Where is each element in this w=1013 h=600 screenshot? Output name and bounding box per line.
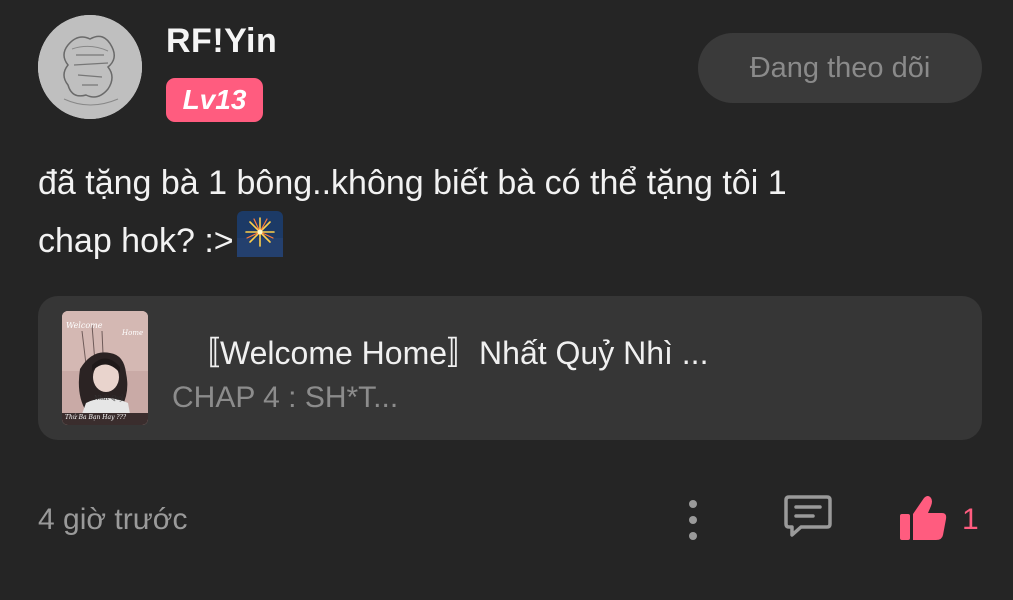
username[interactable]: RF!Yin xyxy=(166,22,277,61)
more-vertical-icon[interactable] xyxy=(681,498,705,542)
timestamp: 4 giờ trước xyxy=(38,503,188,536)
following-button[interactable]: Đang theo dõi xyxy=(698,33,982,103)
comment-line-2: chap hok? :> xyxy=(38,222,234,260)
thumbs-up-icon xyxy=(900,496,947,540)
cover-text-top-left: Welcome xyxy=(66,321,103,330)
avatar[interactable] xyxy=(38,15,142,119)
comment-text: đã tặng bà 1 bông..không biết bà có thể … xyxy=(38,156,978,268)
like-count: 1 xyxy=(962,503,979,536)
like-button[interactable]: 1 xyxy=(898,494,988,546)
comment-line-2-wrapper: chap hok? :> xyxy=(38,210,978,268)
cover-text-middle: Nhất Quỷ xyxy=(94,395,124,402)
sparkler-fireworks-icon xyxy=(236,211,283,257)
level-badge: Lv13 xyxy=(166,78,263,122)
comment-line-1: đã tặng bà 1 bông..không biết bà có thể … xyxy=(38,164,787,202)
comment-icon[interactable] xyxy=(783,493,833,539)
chapter-card-subtitle: CHAP 4 : SH*T... xyxy=(172,381,399,414)
cover-text-top-right: Home xyxy=(122,329,144,337)
avatar-image xyxy=(38,15,142,119)
chapter-card[interactable]: Welcome Home Nhất Quỷ Thứ Ba Bạn Hay ???… xyxy=(38,296,982,440)
chapter-cover-image: Welcome Home Nhất Quỷ Thứ Ba Bạn Hay ??? xyxy=(62,311,148,425)
chapter-card-title: 〚Welcome Home〛Nhất Quỷ Nhì ... xyxy=(188,335,709,371)
cover-text-bottom: Thứ Ba Bạn Hay ??? xyxy=(65,414,127,421)
